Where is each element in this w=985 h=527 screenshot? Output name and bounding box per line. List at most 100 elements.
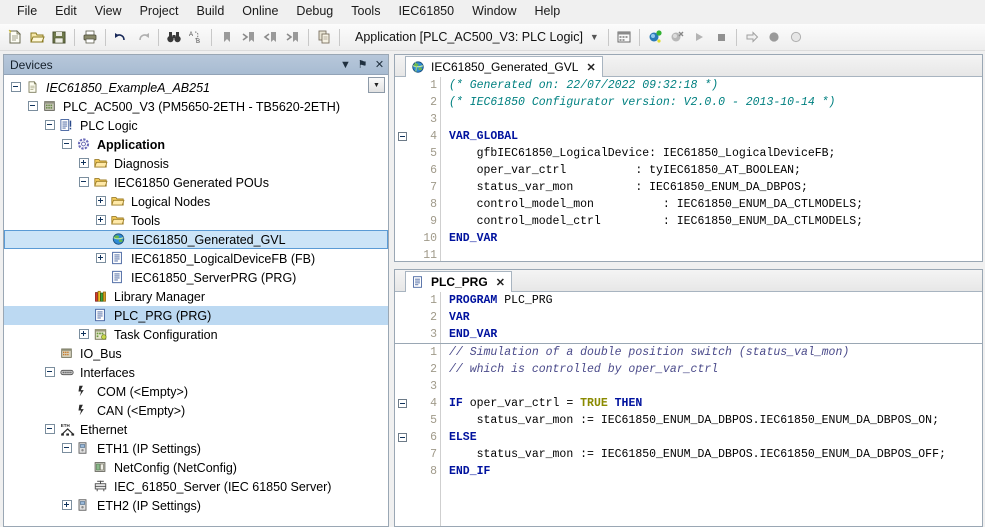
tree-item-logical-nodes[interactable]: Logical Nodes (4, 192, 388, 211)
replace-ab-icon[interactable]: A B (185, 26, 207, 48)
menu-item-file[interactable]: File (8, 1, 46, 22)
collapse-toggle-icon[interactable] (44, 119, 57, 132)
tree-item-iec61850-logicaldevicefb-fb[interactable]: IEC61850_LogicalDeviceFB (FB) (4, 249, 388, 268)
gvl-code-line[interactable]: control_model_ctrl : IEC61850_ENUM_DA_CT… (449, 213, 982, 230)
tree-item-diagnosis[interactable]: Diagnosis (4, 154, 388, 173)
find-binoculars-icon[interactable] (163, 26, 185, 48)
panel-pin-icon[interactable]: ⚑ (354, 56, 371, 73)
gvl-code-line[interactable]: status_var_mon : IEC61850_ENUM_DA_DBPOS; (449, 179, 982, 196)
declaration-code-line[interactable]: PROGRAM PLC_PRG (449, 292, 982, 309)
panel-close-icon[interactable]: ✕ (371, 56, 388, 73)
tab-plc-prg[interactable]: PLC_PRG ✕ (405, 271, 512, 292)
expand-toggle-icon[interactable] (78, 157, 91, 170)
expand-toggle-icon[interactable] (95, 252, 108, 265)
expand-toggle-icon[interactable] (95, 214, 108, 227)
collapse-toggle-icon[interactable] (61, 138, 74, 151)
expand-toggle-icon[interactable] (61, 499, 74, 512)
collapse-toggle-icon[interactable] (10, 81, 23, 94)
application-selector[interactable]: Application [PLC_AC500_V3: PLC Logic] ▼ (350, 28, 604, 47)
tree-item-iec61850-serverprg-prg[interactable]: IEC61850_ServerPRG (PRG) (4, 268, 388, 287)
menu-item-iec61850[interactable]: IEC61850 (389, 1, 463, 22)
step-into-icon[interactable] (741, 26, 763, 48)
gvl-fold-column[interactable] (395, 77, 411, 261)
implementation-code-line[interactable]: END_IF (449, 463, 982, 480)
implementation-fold-toggle-icon[interactable] (398, 433, 407, 442)
gvl-code-line[interactable]: END_VAR (449, 230, 982, 247)
close-icon[interactable]: ✕ (496, 276, 505, 289)
stop-icon[interactable] (710, 26, 732, 48)
implementation-code-line[interactable]: status_var_mon := IEC61850_ENUM_DA_DBPOS… (449, 412, 982, 429)
previous-bookmark-icon[interactable] (260, 26, 282, 48)
tree-item-iec61850-generated-gvl[interactable]: IEC61850_Generated_GVL (4, 230, 388, 249)
close-icon[interactable]: ✕ (586, 61, 595, 74)
tree-item-tools[interactable]: Tools (4, 211, 388, 230)
gvl-code-line[interactable] (449, 111, 982, 128)
tree-item-eth2-ip-settings[interactable]: ETH2 (IP Settings) (4, 496, 388, 515)
tree-item-can-empty[interactable]: CAN (<Empty>) (4, 401, 388, 420)
implementation-code-lines[interactable]: // Simulation of a double position switc… (441, 344, 982, 526)
gvl-fold-toggle-icon[interactable] (398, 132, 407, 141)
declaration-fold-column[interactable] (395, 292, 411, 343)
tree-item-com-empty[interactable]: COM (<Empty>) (4, 382, 388, 401)
menu-item-view[interactable]: View (86, 1, 131, 22)
gvl-code-line[interactable] (449, 247, 982, 261)
tree-item-application[interactable]: Application (4, 135, 388, 154)
undo-icon[interactable] (110, 26, 132, 48)
new-file-icon[interactable] (4, 26, 26, 48)
tree-item-plc-logic[interactable]: PLC Logic (4, 116, 388, 135)
tree-item-task-configuration[interactable]: Task Configuration (4, 325, 388, 344)
menu-item-help[interactable]: Help (526, 1, 570, 22)
gvl-code-line[interactable]: (* Generated on: 22/07/2022 09:32:18 *) (449, 77, 982, 94)
tree-item-interfaces[interactable]: Interfaces (4, 363, 388, 382)
tree-item-iec-61850-server-iec-61850-server[interactable]: IEC_61850_Server (IEC 61850 Server) (4, 477, 388, 496)
tree-item-plc-ac500-v3-pm5650-2eth-tb5620-2eth[interactable]: PLC_AC500_V3 (PM5650-2ETH - TB5620-2ETH) (4, 97, 388, 116)
plcprg-implementation-view[interactable]: 1 2 3 4 5 6 7 8 // Simulation of a double posit… (395, 343, 982, 526)
declaration-code-line[interactable]: END_VAR (449, 326, 982, 343)
tree-item-ethernet[interactable]: ETH Ethernet (4, 420, 388, 439)
expand-toggle-icon[interactable] (78, 328, 91, 341)
tab-iec61850-generated-gvl[interactable]: IEC61850_Generated_GVL ✕ (405, 56, 603, 77)
implementation-code-line[interactable]: ELSE (449, 429, 982, 446)
menu-item-edit[interactable]: Edit (46, 1, 86, 22)
gvl-code-lines[interactable]: (* Generated on: 22/07/2022 09:32:18 *) (… (441, 77, 982, 261)
implementation-code-line[interactable] (449, 378, 982, 395)
gvl-code-line[interactable]: VAR_GLOBAL (449, 128, 982, 145)
menu-item-project[interactable]: Project (131, 1, 188, 22)
collapse-toggle-icon[interactable] (44, 366, 57, 379)
menu-item-debug[interactable]: Debug (287, 1, 342, 22)
collapse-toggle-icon[interactable] (61, 442, 74, 455)
tree-item-library-manager[interactable]: Library Manager (4, 287, 388, 306)
tree-item-plc-prg-prg[interactable]: PLC_PRG (PRG) (4, 306, 388, 325)
gvl-code-line[interactable]: (* IEC61850 Configurator version: V2.0.0… (449, 94, 982, 111)
devices-tree-scroll[interactable]: ▼ IEC61850_ExampleA_AB251 PLC_AC500_V3 (P… (4, 75, 388, 526)
tree-item-eth1-ip-settings[interactable]: ETH1 (IP Settings) (4, 439, 388, 458)
tree-item-iec61850-generated-pous[interactable]: IEC61850 Generated POUs (4, 173, 388, 192)
panel-menu-icon[interactable]: ▼ (337, 56, 354, 73)
implementation-code-line[interactable]: status_var_mon := IEC61850_ENUM_DA_DBPOS… (449, 446, 982, 463)
gvl-code-line[interactable]: control_model_mon : IEC61850_ENUM_DA_CTL… (449, 196, 982, 213)
collapse-toggle-icon[interactable] (78, 176, 91, 189)
gvl-code-line[interactable]: gfbIEC61850_LogicalDevice: IEC61850_Logi… (449, 145, 982, 162)
tree-item-io-bus[interactable]: IO_Bus (4, 344, 388, 363)
implementation-code-line[interactable]: IF oper_var_ctrl = TRUE THEN (449, 395, 982, 412)
tree-item-netconfig-netconfig[interactable]: NetConfig (NetConfig) (4, 458, 388, 477)
menu-item-window[interactable]: Window (463, 1, 525, 22)
redo-icon[interactable] (132, 26, 154, 48)
build-icon[interactable] (613, 26, 635, 48)
implementation-fold-toggle-icon[interactable] (398, 399, 407, 408)
tree-item-iec61850-examplea-ab251[interactable]: IEC61850_ExampleA_AB251 (4, 78, 388, 97)
menu-item-online[interactable]: Online (233, 1, 287, 22)
declaration-code-line[interactable]: VAR (449, 309, 982, 326)
open-folder-icon[interactable] (26, 26, 48, 48)
login-icon[interactable] (644, 26, 666, 48)
breakpoint-filled-icon[interactable] (763, 26, 785, 48)
declaration-code-lines[interactable]: PROGRAM PLC_PRG VAR END_VAR (441, 292, 982, 343)
plcprg-declaration-view[interactable]: 1 2 3 PROGRAM PLC_PRG VAR END_VAR (395, 292, 982, 343)
gvl-code-line[interactable]: oper_var_ctrl : tyIEC61850_AT_BOOLEAN; (449, 162, 982, 179)
tree-dropdown-icon[interactable]: ▼ (368, 77, 385, 93)
breakpoint-empty-icon[interactable] (785, 26, 807, 48)
menu-item-tools[interactable]: Tools (342, 1, 389, 22)
copy-paste-icon[interactable] (313, 26, 335, 48)
clear-bookmarks-icon[interactable] (282, 26, 304, 48)
print-icon[interactable] (79, 26, 101, 48)
